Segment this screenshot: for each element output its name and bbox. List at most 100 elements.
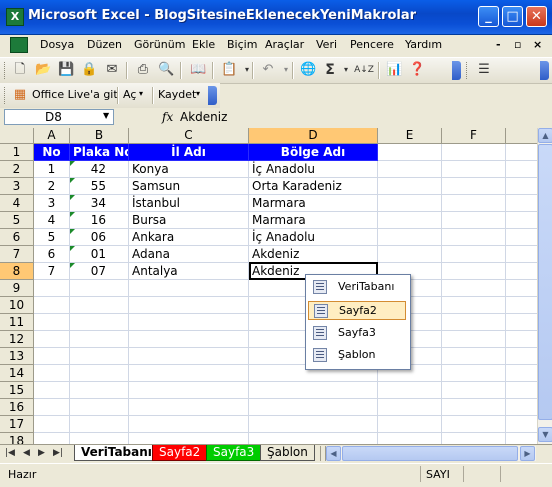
scroll-thumb[interactable] xyxy=(342,446,518,461)
new-icon[interactable]: 🗋 xyxy=(12,62,28,78)
row-header[interactable]: 6 xyxy=(0,229,34,246)
column-header-f[interactable]: F xyxy=(442,128,506,144)
cell-il[interactable]: Samsun xyxy=(129,178,249,195)
row-header[interactable]: 18 xyxy=(0,433,34,444)
toolbar-options-button[interactable] xyxy=(452,61,461,80)
menu-bicim[interactable]: Biçim xyxy=(227,38,257,51)
row-header[interactable]: 13 xyxy=(0,348,34,365)
workbook-icon[interactable] xyxy=(10,37,28,53)
row-header[interactable]: 5 xyxy=(0,212,34,229)
save-icon[interactable]: 💾 xyxy=(58,62,74,78)
formula-input[interactable]: Akdeniz xyxy=(180,110,227,124)
cell-plaka[interactable]: 07 xyxy=(70,263,129,280)
scroll-right-icon[interactable]: ▶ xyxy=(520,446,535,461)
fx-icon[interactable]: fx xyxy=(162,110,173,124)
scroll-down-icon[interactable]: ▼ xyxy=(538,427,552,442)
cell-plaka[interactable]: 01 xyxy=(70,246,129,263)
horizontal-scrollbar[interactable]: ◀ ▶ xyxy=(326,446,536,461)
cell-no[interactable]: 7 xyxy=(34,263,70,280)
cell-il[interactable]: Bursa xyxy=(129,212,249,229)
permission-icon[interactable]: 🔒 xyxy=(81,62,97,78)
first-sheet-icon[interactable]: |◀ xyxy=(5,448,15,458)
menu-araclar[interactable]: Araçlar xyxy=(265,38,304,51)
column-header-b[interactable]: B xyxy=(70,128,129,144)
cell-il[interactable]: İstanbul xyxy=(129,195,249,212)
toolbar-options-button[interactable] xyxy=(208,86,217,105)
toolbar-grip[interactable] xyxy=(4,62,8,79)
row-header[interactable]: 9 xyxy=(0,280,34,297)
table-header-plaka[interactable]: Plaka No xyxy=(70,144,129,161)
popup-item-sayfa3[interactable]: Sayfa3 xyxy=(308,324,406,343)
tab-sayfa3[interactable]: Sayfa3 xyxy=(206,445,262,461)
table-header-bolge[interactable]: Bölge Adı xyxy=(249,144,378,161)
row-header[interactable]: 2 xyxy=(0,161,34,178)
column-header-e[interactable]: E xyxy=(378,128,442,144)
menu-gorunum[interactable]: Görünüm xyxy=(134,38,185,51)
menu-veri[interactable]: Veri xyxy=(316,38,337,51)
last-sheet-icon[interactable]: ▶| xyxy=(53,448,63,458)
doc-minimize-button[interactable]: - xyxy=(496,38,501,51)
tab-veritabani[interactable]: VeriTabanı xyxy=(74,445,159,461)
cell-bolge[interactable]: Orta Karadeniz xyxy=(249,178,378,195)
popup-item-sayfa2[interactable]: Sayfa2 xyxy=(308,301,406,320)
scroll-left-icon[interactable]: ◀ xyxy=(326,446,341,461)
email-icon[interactable]: ✉ xyxy=(104,62,120,78)
minimize-button[interactable]: _ xyxy=(478,6,499,27)
vertical-scrollbar[interactable]: ▲ ▼ xyxy=(537,128,552,444)
row-header[interactable]: 11 xyxy=(0,314,34,331)
cell-no[interactable]: 5 xyxy=(34,229,70,246)
column-header-c[interactable]: C xyxy=(129,128,249,144)
name-box[interactable]: D8 ▼ xyxy=(4,109,114,125)
undo-icon[interactable]: ↶ xyxy=(260,62,276,78)
cell-no[interactable]: 6 xyxy=(34,246,70,263)
table-header-il[interactable]: İl Adı xyxy=(129,144,249,161)
menu-yardim[interactable]: Yardım xyxy=(405,38,442,51)
open-icon[interactable]: 📂 xyxy=(35,62,51,78)
chart-icon[interactable]: 📊 xyxy=(386,62,402,78)
doc-restore-button[interactable]: ▫ xyxy=(514,38,521,51)
close-button[interactable]: ✕ xyxy=(526,6,547,27)
table-header-no[interactable]: No xyxy=(34,144,70,161)
help-icon[interactable]: ❓ xyxy=(409,62,425,78)
tab-sablon[interactable]: Şablon xyxy=(260,445,315,461)
cell-plaka[interactable]: 34 xyxy=(70,195,129,212)
sort-ascending-icon[interactable]: A↓Z xyxy=(354,62,374,78)
row-header[interactable]: 14 xyxy=(0,365,34,382)
row-header[interactable]: 17 xyxy=(0,416,34,433)
popup-item-veritabani[interactable]: VeriTabanı xyxy=(308,278,406,297)
autosum-dropdown-icon[interactable]: ▾ xyxy=(338,62,354,78)
cell-bolge[interactable]: Akdeniz xyxy=(249,246,378,263)
column-header-a[interactable]: A xyxy=(34,128,70,144)
title-bar[interactable]: X Microsoft Excel - BlogSitesineEklenece… xyxy=(0,0,552,35)
row-header[interactable]: 7 xyxy=(0,246,34,263)
menu-duzen[interactable]: Düzen xyxy=(87,38,122,51)
cell-plaka[interactable]: 06 xyxy=(70,229,129,246)
toolbar-options-button[interactable] xyxy=(540,61,549,80)
open-menu-button[interactable]: Aç xyxy=(123,88,136,101)
cell-il[interactable]: Adana xyxy=(129,246,249,263)
save-menu-button[interactable]: Kaydet xyxy=(158,88,196,101)
cell-plaka[interactable]: 55 xyxy=(70,178,129,195)
maximize-button[interactable]: □ xyxy=(502,6,523,27)
cell-bolge[interactable]: Marmara xyxy=(249,195,378,212)
paste-icon[interactable]: 📋 xyxy=(221,62,237,78)
hyperlink-icon[interactable]: 🌐 xyxy=(300,62,316,78)
print-icon[interactable]: ⎙ xyxy=(135,62,151,78)
cell-il[interactable]: Konya xyxy=(129,161,249,178)
doc-close-button[interactable]: × xyxy=(533,38,542,51)
row-header[interactable]: 16 xyxy=(0,399,34,416)
row-header[interactable]: 3 xyxy=(0,178,34,195)
menu-dosya[interactable]: Dosya xyxy=(40,38,74,51)
select-all-corner[interactable] xyxy=(0,128,34,144)
cell-no[interactable]: 2 xyxy=(34,178,70,195)
row-header[interactable]: 4 xyxy=(0,195,34,212)
scroll-up-icon[interactable]: ▲ xyxy=(538,128,552,143)
row-header[interactable]: 8 xyxy=(0,263,34,280)
toolbar-grip[interactable] xyxy=(466,62,470,79)
cell-plaka[interactable]: 42 xyxy=(70,161,129,178)
cell-il[interactable]: Ankara xyxy=(129,229,249,246)
toolbar-grip[interactable] xyxy=(4,87,8,104)
cell-bolge[interactable]: İç Anadolu xyxy=(249,161,378,178)
column-header-g[interactable] xyxy=(506,128,541,144)
row-header[interactable]: 12 xyxy=(0,331,34,348)
